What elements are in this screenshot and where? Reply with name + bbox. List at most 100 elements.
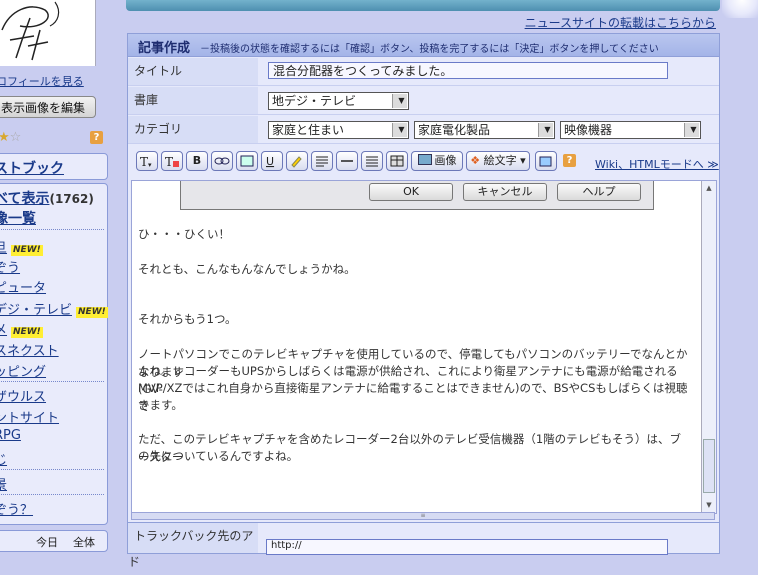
sidebar-item[interactable]: 旦 NEW! bbox=[0, 237, 43, 256]
chevron-down-icon: ▼ bbox=[392, 94, 407, 108]
table-icon[interactable] bbox=[386, 151, 408, 171]
trackback-panel: トラックバック先のアド http:// bbox=[127, 522, 720, 569]
category-select-2[interactable]: 家庭電化製品 ▼ bbox=[414, 121, 555, 139]
tab-today[interactable]: 今日 bbox=[36, 534, 58, 550]
new-badge: NEW! bbox=[76, 307, 108, 318]
sidebar-item-label[interactable]: ピュータ bbox=[0, 281, 46, 296]
shoko-value: 地デジ・テレビ bbox=[272, 94, 357, 108]
new-badge: NEW! bbox=[11, 327, 43, 338]
emoji-button-label: 絵文字 bbox=[483, 154, 517, 167]
sidebar-item-label[interactable]: メ bbox=[0, 323, 7, 338]
chevron-down-icon: ▼ bbox=[684, 123, 699, 137]
tab-all[interactable]: 全体 bbox=[73, 534, 95, 550]
sidebar-item-label[interactable]: ぞう bbox=[0, 261, 20, 276]
image-list-link[interactable]: 像一覧 bbox=[0, 208, 36, 228]
sidebar-item-label[interactable]: RPG bbox=[0, 428, 21, 443]
guestbook-link[interactable]: ストブック bbox=[0, 158, 64, 178]
sidebar-item[interactable]: ピュータ bbox=[0, 277, 46, 296]
sidebar-item[interactable]: ントサイト bbox=[0, 407, 59, 426]
help-button[interactable]: ヘルプ bbox=[557, 183, 641, 201]
star-filled-icon: ★ bbox=[0, 130, 10, 145]
scroll-down-icon[interactable]: ▼ bbox=[703, 499, 715, 511]
show-all-row[interactable]: べて表示(1762) bbox=[0, 188, 94, 208]
editor-toolbar: T ▾ T B U 画像 ❖ 絵文字 ▾ ? Wiki、HTMLモードへ ≫ bbox=[128, 148, 719, 176]
horizontal-rule-icon[interactable] bbox=[336, 151, 358, 171]
image-button[interactable]: 画像 bbox=[411, 151, 463, 171]
sidebar-item[interactable]: ザウルス bbox=[0, 386, 46, 405]
sidebar-item[interactable]: スネクスト bbox=[0, 340, 59, 359]
right-background bbox=[720, 20, 758, 546]
bold-button[interactable]: B bbox=[186, 151, 208, 171]
title-input[interactable]: 混合分配器をつくってみました。 bbox=[268, 62, 668, 79]
shoko-select[interactable]: 地デジ・テレビ ▼ bbox=[268, 92, 409, 110]
sidebar-item-label[interactable]: ぞう？ bbox=[0, 503, 33, 518]
image-button-label: 画像 bbox=[434, 154, 457, 167]
profile-link[interactable]: ロフィールを見る bbox=[0, 73, 84, 89]
show-all-link[interactable]: べて表示 bbox=[0, 191, 49, 207]
link-icon[interactable] bbox=[211, 151, 233, 171]
title-label: タイトル bbox=[128, 58, 258, 85]
left-sidebar: ロフィールを見る 表示画像を編集 ★☆ ? ストブック べて表示(1762) 像… bbox=[0, 0, 108, 552]
align-icon[interactable] bbox=[311, 151, 333, 171]
sidebar-item-label[interactable]: スネクスト bbox=[0, 344, 59, 359]
avatar[interactable] bbox=[0, 0, 96, 66]
picture-icon bbox=[417, 154, 432, 165]
editor-line: それとも、こんなもんなんでしょうかね。 bbox=[138, 262, 356, 276]
emoji-icon: ❖ bbox=[470, 154, 481, 167]
cancel-button[interactable]: キャンセル bbox=[463, 183, 547, 201]
sidebar-item[interactable]: ッピング bbox=[0, 361, 46, 380]
sidebar-item-label[interactable]: ントサイト bbox=[0, 411, 59, 426]
category-value-1: 家庭と住まい bbox=[272, 123, 345, 137]
star-empty-icon: ☆ bbox=[9, 130, 22, 145]
svg-text:T: T bbox=[140, 155, 148, 168]
sidebar-item[interactable]: じ bbox=[0, 449, 7, 468]
sidebar-item[interactable]: RPG bbox=[0, 428, 21, 443]
edit-image-button[interactable]: 表示画像を編集 bbox=[0, 96, 96, 118]
image-insert-icon[interactable] bbox=[236, 151, 258, 171]
sidebar-item[interactable]: メ NEW! bbox=[0, 319, 43, 338]
ok-button[interactable]: OK bbox=[369, 183, 453, 201]
help-icon[interactable]: ? bbox=[90, 131, 103, 144]
category-select-3[interactable]: 映像機器 ▼ bbox=[560, 121, 701, 139]
title-row: タイトル 混合分配器をつくってみました。 bbox=[128, 58, 719, 86]
editor-resize-handle[interactable]: ≡ bbox=[131, 512, 715, 520]
sidebar-item-label[interactable]: ザウルス bbox=[0, 390, 46, 405]
category-select-1[interactable]: 家庭と住まい ▼ bbox=[268, 121, 409, 139]
list-icon[interactable] bbox=[361, 151, 383, 171]
category-row: カテゴリ 家庭と住まい ▼ 家庭電化製品 ▼ 映像機器 ▼ bbox=[128, 116, 719, 144]
editor-line: ひ・・・ひくい！ bbox=[138, 227, 230, 241]
shoko-row: 書庫 地デジ・テレビ ▼ bbox=[128, 87, 719, 115]
text-color-icon[interactable] bbox=[286, 151, 308, 171]
sidebar-item[interactable]: ぞう bbox=[0, 257, 20, 276]
scrollbar[interactable]: ▲ ▼ bbox=[701, 181, 716, 513]
emoji-button[interactable]: ❖ 絵文字 ▾ bbox=[466, 151, 530, 171]
dialog-partial: OK キャンセル ヘルプ bbox=[180, 181, 654, 210]
sidebar-item-label[interactable]: 景 bbox=[0, 478, 7, 493]
scroll-up-icon[interactable]: ▲ bbox=[703, 182, 715, 194]
sidebar-item-label[interactable]: じ bbox=[0, 453, 7, 468]
panel-hint: －投稿後の状態を確認するには「確認」ボタン、投稿を完了するには「決定」ボタンを押… bbox=[200, 44, 659, 55]
article-editor-panel: 記事作成 －投稿後の状態を確認するには「確認」ボタン、投稿を完了するには「決定」… bbox=[127, 33, 720, 525]
panel-header: 記事作成 －投稿後の状態を確認するには「確認」ボタン、投稿を完了するには「決定」… bbox=[128, 34, 719, 57]
wiki-html-mode-link[interactable]: Wiki、HTMLモードへ ≫ bbox=[595, 156, 719, 172]
font-size-button[interactable]: T ▾ bbox=[136, 151, 158, 171]
scroll-thumb[interactable] bbox=[703, 439, 715, 493]
sidebar-item-label[interactable]: ッピング bbox=[0, 365, 46, 380]
editor-line: それからもう1つ。 bbox=[138, 312, 237, 326]
svg-text:T: T bbox=[165, 155, 173, 168]
rating-stars[interactable]: ★☆ bbox=[0, 130, 21, 145]
avatar-drawing bbox=[1, 1, 60, 61]
sidebar-item[interactable]: ぞう？ bbox=[0, 499, 33, 518]
underline-button[interactable]: U bbox=[261, 151, 283, 171]
editor-area[interactable]: OK キャンセル ヘルプ ひ・・・ひくい！ それとも、こんなもんなんでしょうかね… bbox=[131, 180, 717, 514]
sidebar-item-label[interactable]: 旦 bbox=[0, 241, 7, 256]
trackback-input[interactable]: http:// bbox=[266, 539, 668, 555]
template-icon[interactable] bbox=[535, 151, 557, 171]
page-title: 記事作成 bbox=[138, 41, 191, 56]
sidebar-item[interactable]: 景 bbox=[0, 474, 7, 493]
font-style-button[interactable]: T bbox=[161, 151, 183, 171]
sidebar-item[interactable]: デジ・テレビ NEW! bbox=[0, 299, 108, 318]
news-site-link[interactable]: ニュースサイトの転載はこちらから bbox=[525, 14, 716, 31]
toolbar-help-icon[interactable]: ? bbox=[563, 154, 576, 167]
sidebar-item-label[interactable]: デジ・テレビ bbox=[0, 303, 72, 318]
